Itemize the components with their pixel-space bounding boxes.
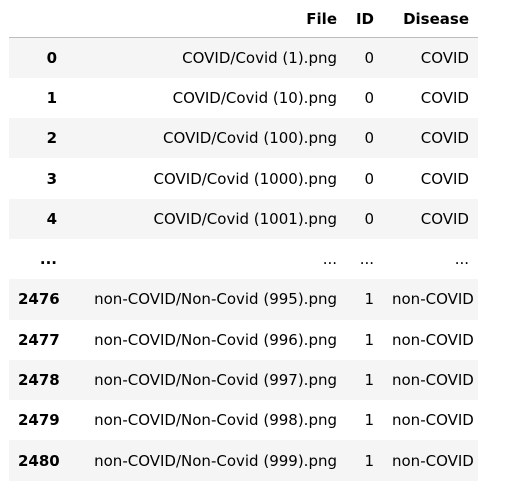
cell-file: COVID/Covid (10).png bbox=[172, 88, 337, 107]
cell-file: non-COVID/Non-Covid (999).png bbox=[94, 451, 337, 470]
row-index: 2 bbox=[46, 129, 57, 148]
cell-file: non-COVID/Non-Covid (998).png bbox=[94, 411, 337, 430]
cell-id: 0 bbox=[364, 209, 374, 228]
table-row: 2480 non-COVID/Non-Covid (999).png 1 non-CO… bbox=[9, 440, 478, 481]
cell-file: non-COVID/Non-Covid (997).png bbox=[94, 371, 337, 390]
cell-disease: COVID bbox=[420, 209, 469, 228]
cell-disease: COVID bbox=[420, 129, 469, 148]
table-row: 1 COVID/Covid (10).png 0 COVID bbox=[9, 78, 478, 118]
table-row: 3 COVID/Covid (1000).png 0 COVID bbox=[9, 158, 478, 198]
table-row: 2 COVID/Covid (100).png 0 COVID bbox=[9, 118, 478, 159]
dataframe-table: File ID Disease 0 COVID/Covid (1).png 0 COV… bbox=[9, 0, 478, 481]
cell-id: 0 bbox=[364, 169, 374, 188]
cell-disease: non-COVID bbox=[392, 411, 474, 430]
cell-disease: non-COVID bbox=[392, 290, 474, 309]
cell-file: COVID/Covid (100).png bbox=[163, 129, 337, 148]
cell-id: 1 bbox=[364, 330, 374, 349]
table-body: 0 COVID/Covid (1).png 0 COVID 1 COVID/Covid (… bbox=[9, 37, 478, 481]
table-row: 2476 non-COVID/Non-Covid (995).png 1 non-CO… bbox=[9, 279, 478, 320]
header-disease: Disease bbox=[383, 0, 478, 38]
cell-id: 1 bbox=[364, 371, 374, 390]
row-index: 2479 bbox=[18, 411, 60, 430]
row-index: 2480 bbox=[18, 451, 60, 470]
cell-disease: non-COVID bbox=[392, 330, 474, 349]
cell-disease: non-COVID bbox=[392, 451, 474, 470]
table-row: 2478 non-COVID/Non-Covid (997).png 1 non-CO… bbox=[9, 359, 478, 401]
row-index: 1 bbox=[46, 88, 57, 107]
cell-id: 0 bbox=[364, 88, 374, 107]
table-row: 2479 non-COVID/Non-Covid (998).png 1 non-CO… bbox=[9, 400, 478, 440]
cell-disease: non-COVID bbox=[392, 371, 474, 390]
table-row: 2477 non-COVID/Non-Covid (996).png 1 non-CO… bbox=[9, 320, 478, 360]
table-row: 0 COVID/Covid (1).png 0 COVID bbox=[9, 37, 478, 78]
cell-file: COVID/Covid (1001).png bbox=[153, 209, 338, 228]
row-index: 3 bbox=[46, 169, 57, 188]
cell-file: COVID/Covid (1000).png bbox=[153, 169, 338, 188]
row-index: 2476 bbox=[18, 290, 60, 309]
cell-id: 0 bbox=[364, 48, 374, 67]
row-index: ... bbox=[39, 250, 57, 269]
cell-file: COVID/Covid (1).png bbox=[182, 48, 337, 67]
cell-id: 1 bbox=[364, 411, 374, 430]
header-index bbox=[9, 0, 66, 38]
cell-id: 1 bbox=[364, 451, 374, 470]
cell-id: 1 bbox=[364, 290, 374, 309]
row-index: 0 bbox=[46, 48, 57, 67]
cell-id: ... bbox=[359, 250, 374, 269]
cell-disease: COVID bbox=[420, 88, 469, 107]
cell-disease: ... bbox=[454, 250, 469, 269]
header-row: File ID Disease bbox=[9, 0, 478, 38]
cell-id: 0 bbox=[364, 129, 374, 148]
row-index: 2477 bbox=[18, 330, 60, 349]
header-file: File bbox=[66, 0, 346, 38]
cell-disease: COVID bbox=[420, 48, 469, 67]
table-row: ............ bbox=[9, 239, 478, 279]
cell-disease: COVID bbox=[420, 169, 469, 188]
cell-file: non-COVID/Non-Covid (995).png bbox=[94, 290, 337, 309]
table-row: 4 COVID/Covid (1001).png 0 COVID bbox=[9, 198, 478, 239]
cell-file: ... bbox=[322, 250, 337, 269]
header-id: ID bbox=[346, 0, 383, 38]
row-index: 4 bbox=[46, 209, 57, 228]
row-index: 2478 bbox=[18, 371, 60, 390]
table-header: File ID Disease bbox=[9, 0, 478, 38]
cell-file: non-COVID/Non-Covid (996).png bbox=[94, 330, 337, 349]
